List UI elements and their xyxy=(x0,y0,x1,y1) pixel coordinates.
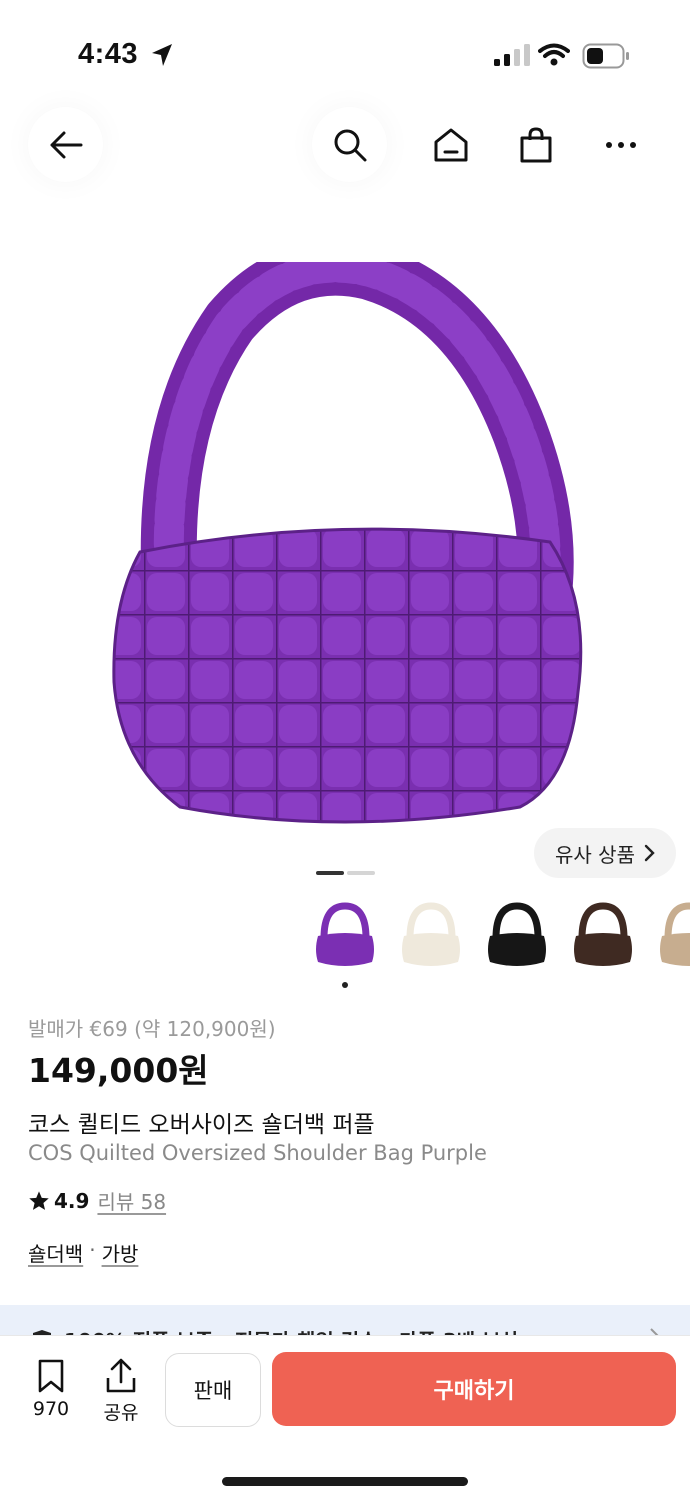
review-link[interactable]: 리뷰 58 xyxy=(97,1186,166,1215)
image-page-indicator xyxy=(347,871,375,875)
home-icon xyxy=(434,128,468,161)
category-row: 숄더백 · 가방 xyxy=(28,1238,138,1267)
home-indicator xyxy=(222,1477,468,1486)
cart-button[interactable] xyxy=(506,115,566,175)
search-button[interactable] xyxy=(312,107,387,182)
location-arrow-icon xyxy=(152,44,172,66)
star-icon xyxy=(29,1190,49,1210)
release-price: 발매가 €69 (약 120,900원) xyxy=(28,1017,276,1041)
share-icon xyxy=(106,1358,136,1393)
shopping-bag-icon xyxy=(520,126,552,162)
share-label: 공유 xyxy=(103,1402,139,1424)
back-button[interactable] xyxy=(28,107,103,182)
color-thumbnail-cream[interactable] xyxy=(398,900,464,972)
image-page-indicator-active xyxy=(316,871,344,875)
similar-products-label: 유사 상품 xyxy=(555,842,635,867)
nav-actions-group xyxy=(409,107,663,182)
price: 149,000원 xyxy=(28,1051,209,1090)
rating-value: 4.9 xyxy=(54,1188,90,1213)
color-thumbnail-purple[interactable] xyxy=(312,900,378,972)
more-button[interactable] xyxy=(591,115,651,175)
status-time: 4:43 xyxy=(78,38,139,70)
product-title-en: COS Quilted Oversized Shoulder Bag Purpl… xyxy=(28,1141,487,1165)
buy-label: 구매하기 xyxy=(433,1379,515,1404)
bookmark-count: 970 xyxy=(32,1398,70,1420)
thumbnail-selected-dot xyxy=(342,982,348,988)
bookmark-icon xyxy=(38,1359,64,1393)
category-link-shoulder-bag[interactable]: 숄더백 xyxy=(28,1238,83,1267)
sell-label: 판매 xyxy=(193,1379,233,1403)
color-thumbnail-brown[interactable] xyxy=(570,900,636,972)
chevron-right-icon xyxy=(644,844,655,862)
product-title-ko: 코스 퀼티드 오버사이즈 숄더백 퍼플 xyxy=(28,1112,375,1138)
color-thumbnail-black[interactable] xyxy=(484,900,550,972)
color-thumbnail-beige[interactable] xyxy=(656,900,690,972)
search-icon xyxy=(334,129,366,161)
rating-row: 4.9 리뷰 58 xyxy=(28,1186,166,1215)
more-dots-icon xyxy=(605,141,636,148)
similar-products-button[interactable]: 유사 상품 xyxy=(534,828,676,878)
sell-button[interactable]: 판매 xyxy=(165,1353,261,1427)
bookmark-button[interactable]: 970 xyxy=(22,1358,80,1428)
wifi-icon xyxy=(538,43,570,66)
category-separator: · xyxy=(89,1238,96,1262)
buy-button[interactable]: 구매하기 xyxy=(272,1352,676,1426)
signal-icon xyxy=(494,44,530,66)
share-button[interactable]: 공유 xyxy=(92,1358,150,1428)
battery-icon xyxy=(582,43,629,69)
home-button[interactable] xyxy=(421,115,481,175)
arrow-left-icon xyxy=(50,131,82,158)
product-image[interactable] xyxy=(100,262,590,827)
category-link-bag[interactable]: 가방 xyxy=(102,1238,139,1267)
